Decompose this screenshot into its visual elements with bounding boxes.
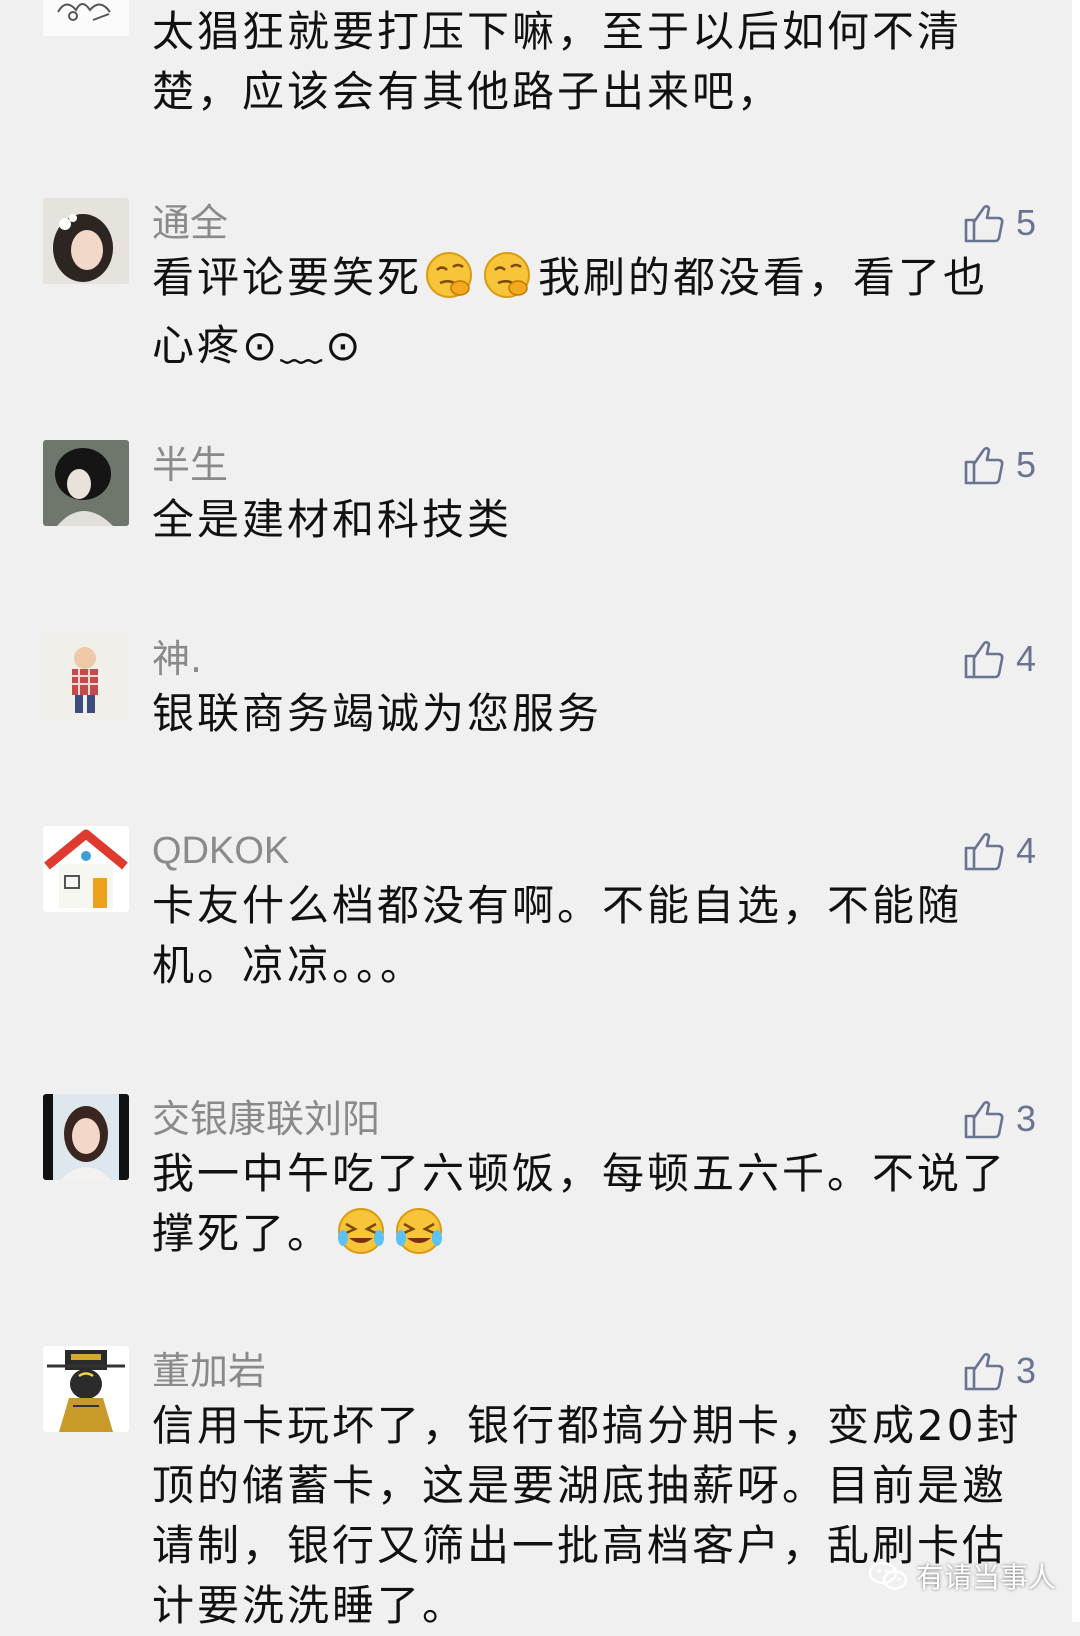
like-button[interactable]: 4 (962, 634, 1036, 684)
crying-laughing-face-icon (392, 1206, 446, 1272)
woman-photo-avatar[interactable] (43, 1094, 129, 1180)
right-edge (1072, 0, 1080, 1622)
comment-text: 全是建材和科技类 (152, 495, 513, 544)
like-count: 4 (1015, 830, 1036, 871)
comment-author: QDKOK (152, 830, 290, 872)
house-icon-avatar[interactable] (43, 826, 129, 912)
like-button[interactable]: 3 (962, 1094, 1036, 1144)
child-photo-avatar[interactable] (43, 634, 129, 720)
thinking-face-icon (482, 250, 536, 316)
thumb-up-icon (964, 640, 1004, 679)
wechat-icon (868, 1561, 908, 1590)
comment-text: 卡友什么档都没有啊。不能自选，不能随机。凉凉。。。 (152, 881, 963, 990)
watermark-text: 有请当事人 (916, 1561, 1057, 1594)
like-count: 3 (1015, 1350, 1036, 1391)
comment-text: 太猖狂就要打压下嘛，至于以后如何不清楚，应该会有其他路子出来吧， (152, 7, 963, 116)
comment-author: 通全 (152, 201, 229, 245)
like-count: 5 (1015, 202, 1036, 243)
thumb-up-icon (964, 832, 1004, 871)
comment-text: 信用卡玩坏了，银行都搞分期卡，变成20封顶的储蓄卡，这是要湖底抽薪呀。目前是邀请… (152, 1401, 1022, 1630)
like-button[interactable]: 4 (962, 826, 1036, 876)
comment-text: 看评论要笑死 我刷的都没看，看了也心疼⊙﹏⊙ (152, 248, 1032, 376)
like-button[interactable]: 3 (962, 1346, 1036, 1396)
comment-text-part: 我一中午吃了六顿饭，每顿五六千。不说了撑死了。 (152, 1149, 1008, 1258)
like-count: 4 (1015, 638, 1036, 679)
thinking-face-icon (424, 250, 478, 316)
thumb-up-icon (964, 204, 1004, 243)
thumb-up-icon (964, 1100, 1004, 1139)
watermark: 有请当事人 (868, 1556, 1056, 1596)
judge-bao-avatar[interactable] (43, 1346, 129, 1432)
comment-text: 银联商务竭诚为您服务 (152, 689, 603, 738)
comment-text: 我一中午吃了六顿饭，每顿五六千。不说了撑死了。 (152, 1144, 1032, 1272)
like-count: 3 (1015, 1098, 1036, 1139)
comment-author: 交银康联刘阳 (152, 1097, 381, 1141)
comment-text-part: 看评论要笑死 (152, 253, 423, 302)
comment-author: 董加岩 (152, 1349, 267, 1393)
like-button[interactable]: 5 (962, 440, 1036, 490)
girl-portrait-avatar[interactable] (43, 198, 129, 284)
crying-laughing-face-icon (334, 1206, 388, 1272)
dark-portrait-avatar[interactable] (43, 440, 129, 526)
thumb-up-icon (964, 1352, 1004, 1391)
cartoon-avatar[interactable] (43, 0, 129, 36)
comment-author: 半生 (152, 443, 229, 487)
like-button[interactable]: 5 (962, 198, 1036, 248)
thumb-up-icon (964, 446, 1004, 485)
like-count: 5 (1015, 444, 1036, 485)
comment-author: 神. (152, 637, 203, 681)
